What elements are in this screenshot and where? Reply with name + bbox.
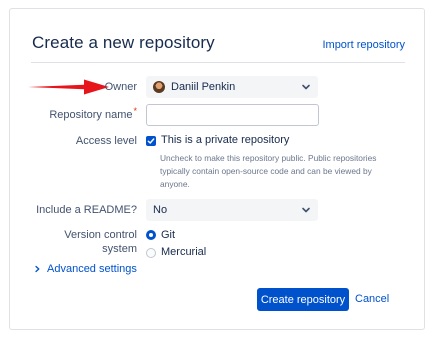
git-radio[interactable] bbox=[146, 230, 156, 240]
git-radio-label[interactable]: Git bbox=[161, 229, 175, 241]
required-marker: * bbox=[133, 106, 137, 116]
page-title: Create a new repository bbox=[32, 33, 215, 52]
readme-label: Include a README? bbox=[36, 204, 137, 216]
avatar bbox=[153, 81, 165, 93]
chevron-right-icon bbox=[35, 265, 40, 273]
import-repository-link[interactable]: Import repository bbox=[322, 39, 405, 51]
access-help-text: Uncheck to make this repository public. … bbox=[160, 153, 377, 189]
vcs-label-line2: system bbox=[102, 243, 137, 255]
cancel-button[interactable]: Cancel bbox=[355, 293, 389, 305]
private-repository-label[interactable]: This is a private repository bbox=[161, 134, 289, 146]
chevron-down-icon bbox=[302, 84, 310, 90]
repository-name-label: Repository name* bbox=[49, 106, 137, 121]
red-arrow-icon bbox=[28, 79, 109, 95]
advanced-settings-label: Advanced settings bbox=[47, 263, 137, 275]
owner-select[interactable]: Daniil Penkin bbox=[146, 76, 318, 98]
mercurial-radio-label[interactable]: Mercurial bbox=[161, 246, 206, 258]
mercurial-radio[interactable] bbox=[146, 248, 156, 258]
vcs-label-line1: Version control bbox=[64, 229, 137, 241]
header-divider bbox=[31, 62, 405, 63]
private-repository-checkbox[interactable] bbox=[146, 136, 156, 146]
owner-label: Owner bbox=[104, 81, 137, 93]
check-icon bbox=[147, 138, 155, 144]
owner-value: Daniil Penkin bbox=[171, 81, 236, 93]
readme-value: No bbox=[153, 204, 168, 216]
create-repository-button[interactable]: Create repository bbox=[257, 288, 349, 311]
advanced-settings-toggle[interactable]: Advanced settings bbox=[34, 263, 137, 275]
repository-name-label-text: Repository name bbox=[49, 109, 133, 121]
repository-name-input[interactable] bbox=[146, 104, 319, 126]
readme-select[interactable]: No bbox=[146, 199, 318, 221]
chevron-down-icon bbox=[302, 207, 310, 213]
access-level-label: Access level bbox=[75, 135, 137, 147]
